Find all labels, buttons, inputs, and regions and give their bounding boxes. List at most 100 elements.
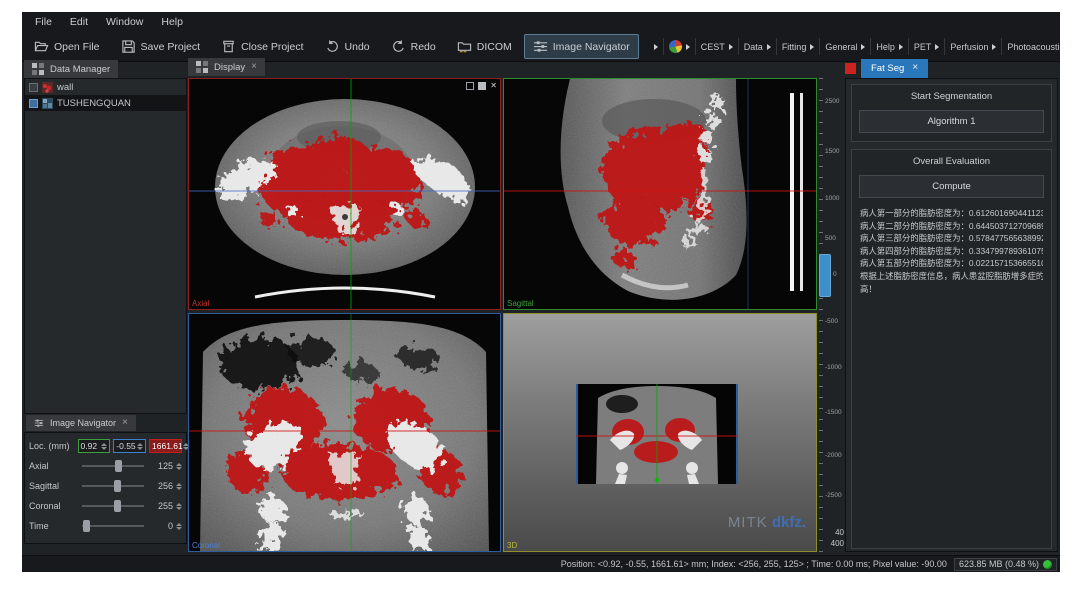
view-menu-pet[interactable]: PET: [908, 38, 945, 55]
submenu-arrow-icon: [686, 44, 690, 50]
view-menu-color[interactable]: [663, 38, 695, 55]
coronal-slider[interactable]: [82, 505, 144, 507]
undo-button[interactable]: Undo: [316, 34, 379, 59]
close-icon[interactable]: ×: [912, 63, 918, 73]
slider-label: Sagittal: [29, 481, 75, 491]
algorithm-1-button[interactable]: Algorithm 1: [859, 110, 1044, 133]
tick-label: -2000: [825, 452, 842, 459]
loc-x-value: 0.92: [81, 441, 98, 451]
save-project-button[interactable]: Save Project: [112, 34, 210, 59]
visibility-checkbox[interactable]: [29, 99, 38, 108]
level-window-slider[interactable]: 2500 1500 1000 500 0 -500 -1000 -1500 -2…: [819, 78, 839, 552]
view-menu-photoacoustics[interactable]: Photoacoustics: [1001, 38, 1060, 55]
crosshair-toggle-icon[interactable]: ✕: [490, 81, 497, 90]
view-menu-cest[interactable]: CEST: [695, 38, 738, 55]
loc-x-spinbox[interactable]: 0.92: [78, 439, 111, 453]
tick-label: -2500: [825, 492, 842, 499]
compute-button[interactable]: Compute: [859, 175, 1044, 198]
mitk-dkfz-watermark: MITK dkfz.: [728, 514, 806, 531]
submenu-arrow-icon: [935, 44, 939, 50]
menu-label: Data: [744, 42, 763, 52]
view-menu-data[interactable]: Data: [738, 38, 776, 55]
tick-label: 2500: [825, 98, 839, 105]
view-menu-help[interactable]: Help: [870, 38, 908, 55]
loc-z-value: 1661.61: [152, 441, 183, 451]
slider-value: 256: [151, 481, 173, 491]
render-window-area: ✕: [188, 78, 817, 552]
axial-render-window[interactable]: ✕: [188, 78, 501, 310]
view-menu-general[interactable]: General: [819, 38, 870, 55]
slider-handle[interactable]: [114, 500, 121, 512]
menu-square-icon[interactable]: [478, 82, 486, 90]
axial-view-label: Axial: [192, 299, 209, 308]
loc-y-spinbox[interactable]: -0.55: [113, 439, 146, 453]
view-menu-collapsed[interactable]: [649, 38, 663, 55]
menubar: File Edit Window Help: [22, 12, 1060, 32]
data-manager-tab[interactable]: Data Manager: [24, 60, 118, 78]
view-menu-fitting[interactable]: Fitting: [776, 38, 820, 55]
close-icon[interactable]: ×: [122, 418, 128, 428]
fat-seg-tabbar: Fat Seg ×: [845, 58, 1058, 78]
loc-z-spinbox[interactable]: 1661.61: [149, 439, 182, 453]
spin-up-icon[interactable]: [176, 463, 182, 466]
slider-handle[interactable]: [83, 520, 90, 532]
dkfz-logo-text: dkfz.: [772, 514, 806, 531]
spin-up-icon[interactable]: [176, 523, 182, 526]
axial-ct-image: [189, 79, 500, 309]
open-file-button[interactable]: Open File: [25, 34, 109, 59]
axial-slider[interactable]: [82, 465, 144, 467]
window-value: 400: [818, 538, 844, 549]
level-value: 40: [818, 527, 844, 538]
close-icon[interactable]: ×: [251, 62, 257, 72]
time-slider[interactable]: [82, 525, 144, 527]
threed-render-window[interactable]: MITK dkfz. 3D: [503, 313, 817, 552]
status-bar: Position: <0.92, -0.55, 1661.61> mm; Ind…: [22, 555, 1060, 572]
spin-up-icon[interactable]: [176, 483, 182, 486]
spin-up-icon[interactable]: [101, 443, 107, 446]
sagittal-slider[interactable]: [82, 485, 144, 487]
fat-seg-view-icon: [845, 63, 856, 74]
spin-down-icon[interactable]: [137, 447, 143, 450]
menu-edit[interactable]: Edit: [61, 14, 97, 30]
data-manager-tree: wall TUSHENGQUAN: [24, 78, 187, 414]
display-tab[interactable]: Display ×: [188, 58, 265, 76]
spin-down-icon[interactable]: [176, 527, 182, 530]
dicom-button[interactable]: DICOM: [448, 34, 521, 59]
slider-handle[interactable]: [115, 460, 122, 472]
tick-label: 500: [825, 235, 836, 242]
sagittal-render-window[interactable]: Sagittal: [503, 78, 817, 310]
menu-window[interactable]: Window: [97, 14, 152, 30]
spin-down-icon[interactable]: [176, 467, 182, 470]
threed-view-label: 3D: [507, 541, 517, 550]
tree-node-tushengquan[interactable]: TUSHENGQUAN: [25, 95, 186, 111]
image-navigator-button[interactable]: Image Navigator: [524, 34, 639, 59]
level-window-handle[interactable]: [819, 254, 831, 297]
sliders-icon: [533, 39, 548, 54]
fat-seg-tab[interactable]: Fat Seg ×: [861, 59, 928, 78]
menu-help[interactable]: Help: [152, 14, 192, 30]
view-menu-perfusion[interactable]: Perfusion: [944, 38, 1001, 55]
close-project-button[interactable]: Close Project: [212, 34, 312, 59]
mitk-workbench-window: File Edit Window Help Open File Save Pro…: [22, 12, 1060, 572]
result-line: 病人第四部分的脂肪密度为：0.33479978936107574: [860, 245, 1043, 258]
sagittal-ct-image: [504, 79, 816, 309]
pin-icon[interactable]: [466, 82, 474, 90]
close-project-icon: [221, 39, 236, 54]
spin-down-icon[interactable]: [101, 447, 107, 450]
spin-up-icon[interactable]: [137, 443, 143, 446]
slider-handle[interactable]: [114, 480, 121, 492]
visibility-checkbox[interactable]: [29, 83, 38, 92]
redo-button[interactable]: Redo: [382, 34, 445, 59]
memory-usage-box: 623.85 MB (0.48 %): [954, 558, 1057, 571]
tab-label: Display: [214, 62, 245, 73]
open-folder-icon: [34, 39, 49, 54]
spin-down-icon[interactable]: [176, 487, 182, 490]
undo-arrow-icon: [325, 39, 340, 54]
button-label: Redo: [411, 41, 436, 53]
image-navigator-tab[interactable]: Image Navigator ×: [26, 415, 136, 431]
spin-up-icon[interactable]: [176, 503, 182, 506]
spin-down-icon[interactable]: [176, 507, 182, 510]
menu-file[interactable]: File: [26, 14, 61, 30]
tree-node-wall[interactable]: wall: [25, 79, 186, 95]
coronal-render-window[interactable]: Coronal: [188, 313, 501, 552]
